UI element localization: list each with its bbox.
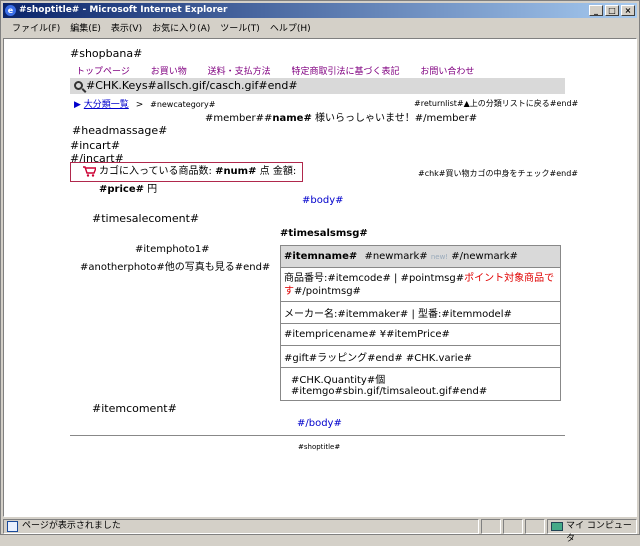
newmark: #newmark# [364, 251, 428, 262]
newmark-end: #/newmark# [451, 251, 518, 262]
item-maker: メーカー名:#itemmaker# | 型番:#itemmodel# [280, 301, 561, 324]
minimize-button[interactable]: _ [589, 5, 603, 16]
menu-favorites[interactable]: お気に入り(A) [147, 21, 215, 34]
cart-check-link[interactable]: #chk#買い物カゴの中身をチェック#end# [418, 168, 578, 179]
ie-icon: e [5, 5, 16, 16]
anotherphoto-link[interactable]: #anotherphoto#他の写真も見る#end# [80, 258, 270, 273]
breadcrumb-arrow-icon: ▶ [74, 100, 81, 110]
menu-tools[interactable]: ツール(T) [215, 21, 265, 34]
incart-open: #incart# [70, 139, 121, 152]
menu-file[interactable]: ファイル(F) [7, 21, 65, 34]
security-zone: マイ コンピュータ [547, 519, 637, 544]
item-row-quantity: #CHK.Quantity#個 #itemgo#sbin.gif/timsale… [280, 367, 561, 401]
search-template: #CHK.Keys#allsch.gif/casch.gif#end# [86, 79, 298, 92]
item-row-code: 商品番号:#itemcode# | #pointmsg#ポイント対象商品です#/… [280, 267, 561, 302]
pointmsg-end: #/pointmsg# [294, 285, 361, 297]
headmassage: #headmassage# [72, 124, 168, 137]
item-quantity-buy[interactable]: #CHK.Quantity#個 #itemgo#sbin.gif/timsale… [280, 367, 561, 401]
body-close-tag: #/body# [297, 418, 342, 429]
page-viewport: #shopbana# トップページ お買い物 送料・支払方法 特定商取引法に基づ… [3, 38, 637, 517]
newcategory: #newcategory# [150, 100, 216, 109]
footer-divider [70, 435, 565, 436]
status-text: ページが表示されました [22, 521, 121, 531]
status-cell-1 [481, 519, 501, 534]
cart-count: #num# [215, 166, 257, 177]
computer-icon [551, 522, 563, 531]
timesalsmsg: #timesalsmsg# [280, 228, 368, 239]
menu-edit[interactable]: 編集(E) [65, 21, 106, 34]
body-open-tag: #body# [302, 195, 344, 206]
browser-window: e #shoptitle# - Microsoft Internet Explo… [0, 0, 640, 544]
nav-law[interactable]: 特定商取引法に基づく表記 [291, 67, 399, 77]
search-icon [74, 81, 83, 90]
nav-top[interactable]: トップページ [76, 67, 130, 77]
item-price: #itempricename# ¥#itemPrice# [280, 323, 561, 346]
member-name: name# [272, 113, 312, 124]
item-code: 商品番号:#itemcode# | #pointmsg# [284, 272, 465, 284]
item-row-price: #itempricename# ¥#itemPrice# [280, 323, 561, 346]
item-table: #itemname# #newmark# new! #/newmark# 商品番… [280, 245, 561, 401]
member-post: 様いらっしゃいませ！#/member# [311, 113, 478, 124]
footer-shoptitle: #shoptitle# [298, 443, 341, 451]
status-text-cell: ページが表示されました [3, 519, 479, 534]
title-bar: e #shoptitle# - Microsoft Internet Explo… [3, 3, 637, 18]
cart-yen: 円 [144, 184, 158, 195]
maximize-button[interactable]: □ [605, 5, 619, 16]
timesalecoment: #timesalecoment# [92, 212, 200, 225]
return-list-link[interactable]: #returnlist#▲上の分類リストに戻る#end# [414, 98, 578, 109]
page-icon [7, 521, 18, 532]
member-pre: #member## [205, 113, 273, 124]
menu-view[interactable]: 表示(V) [106, 21, 147, 34]
zone-label: マイ コンピュータ [566, 521, 632, 544]
status-cell-3 [525, 519, 545, 534]
breadcrumb-link[interactable]: 大分類一覧 [84, 100, 129, 110]
menu-help[interactable]: ヘルプ(H) [265, 21, 316, 34]
member-line: #member##name# 様いらっしゃいませ！#/member# [205, 109, 477, 124]
cart-icon [83, 166, 96, 177]
cart-price-label: 点 金額: [256, 166, 297, 177]
itemphoto: #itemphoto1# [135, 244, 210, 255]
cart-price: #price# [99, 184, 144, 195]
item-gift[interactable]: #gift#ラッピング#end# #CHK.varie# [280, 345, 561, 368]
breadcrumb: ▶ 大分類一覧 > #newcategory# [74, 97, 215, 110]
shopbana: #shopbana# [70, 47, 143, 60]
breadcrumb-sep: > [135, 100, 144, 110]
status-cell-2 [503, 519, 523, 534]
nav-shopping[interactable]: お買い物 [151, 67, 187, 77]
nav-shipping[interactable]: 送料・支払方法 [208, 67, 271, 77]
nav-bar: トップページ お買い物 送料・支払方法 特定商取引法に基づく表記 お問い合わせ [76, 64, 474, 77]
nav-contact[interactable]: お問い合わせ [420, 67, 474, 77]
menu-bar: ファイル(F) 編集(E) 表示(V) お気に入り(A) ツール(T) ヘルプ(… [3, 19, 637, 36]
status-bar: ページが表示されました マイ コンピュータ [3, 519, 637, 544]
item-row-name: #itemname# #newmark# new! #/newmark# [280, 245, 561, 268]
close-button[interactable]: × [621, 5, 635, 16]
window-title: #shoptitle# - Microsoft Internet Explore… [19, 5, 228, 15]
itemcoment: #itemcoment# [92, 402, 177, 415]
item-row-gift: #gift#ラッピング#end# #CHK.varie# [280, 345, 561, 368]
item-row-maker: メーカー名:#itemmaker# | 型番:#itemmodel# [280, 301, 561, 324]
search-bar[interactable]: #CHK.Keys#allsch.gif/casch.gif#end# [70, 78, 565, 94]
item-name: #itemname# [284, 251, 358, 262]
new-badge: new! [430, 253, 449, 261]
cart-summary-box: カゴに入っている商品数: #num# 点 金額: #price# 円 [70, 162, 303, 195]
cart-count-label: カゴに入っている商品数: [99, 166, 216, 177]
